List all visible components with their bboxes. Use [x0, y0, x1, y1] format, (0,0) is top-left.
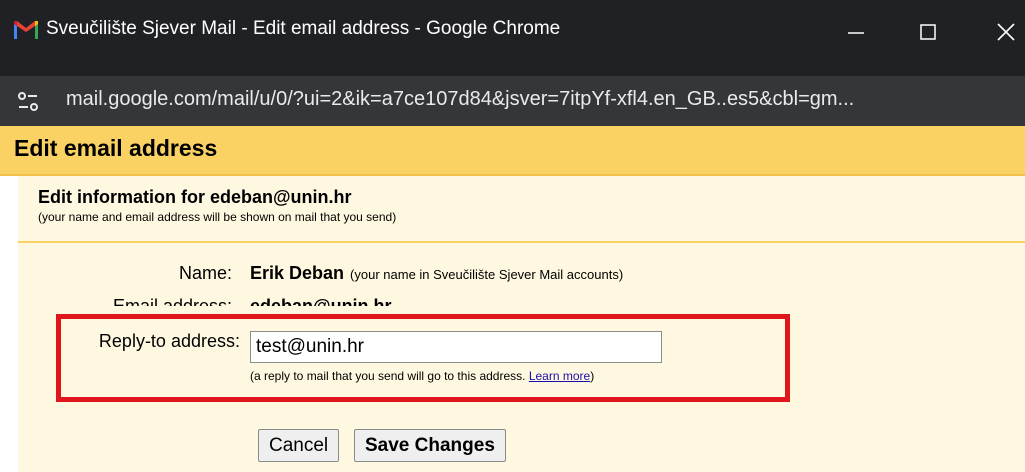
- name-label: Name:: [178, 263, 232, 283]
- edit-form: Edit information for edeban@unin.hr (you…: [18, 176, 1025, 472]
- section-title: Edit information for edeban@unin.hr: [38, 187, 352, 207]
- maximize-icon[interactable]: [906, 14, 950, 48]
- reply-to-hint-text: (a reply to mail that you send will go t…: [250, 369, 529, 383]
- page-title: Edit email address: [14, 135, 218, 161]
- email-value: edeban@unin.hr: [250, 296, 392, 306]
- divider: [18, 241, 1025, 243]
- reply-to-hint: (a reply to mail that you send will go t…: [250, 369, 594, 383]
- email-row: Email address: edeban@unin.hr: [18, 293, 1025, 306]
- cancel-button[interactable]: Cancel: [258, 429, 340, 462]
- name-value: Erik Deban (your name in Sveučilište Sjev…: [250, 263, 623, 284]
- browser-titlebar: Sveučilište Sjever Mail - Edit email add…: [0, 0, 1025, 76]
- dialog-header: Edit email address: [0, 126, 1025, 176]
- learn-more-link[interactable]: Learn more: [529, 369, 590, 383]
- name-text: Erik Deban: [250, 263, 345, 283]
- window-title: Sveučilište Sjever Mail - Edit email add…: [46, 18, 561, 39]
- reply-to-input[interactable]: [250, 331, 662, 363]
- name-hint: (your name in Sveučilište Sjever Mail ac…: [350, 267, 624, 282]
- minimize-icon[interactable]: [834, 14, 878, 48]
- tune-icon[interactable]: [10, 84, 46, 118]
- address-bar[interactable]: mail.google.com/mail/u/0/?ui=2&ik=a7ce10…: [0, 76, 1025, 126]
- save-changes-button[interactable]: Save Changes: [354, 429, 506, 462]
- url-text[interactable]: mail.google.com/mail/u/0/?ui=2&ik=a7ce10…: [66, 88, 854, 111]
- reply-to-label: Reply-to address:: [98, 331, 240, 351]
- close-icon[interactable]: [982, 14, 1025, 48]
- reply-to-hint-close: ): [590, 369, 595, 383]
- email-label: Email address:: [112, 296, 232, 306]
- gmail-icon: [14, 20, 38, 45]
- section-subtitle: (your name and email address will be sho…: [38, 210, 397, 224]
